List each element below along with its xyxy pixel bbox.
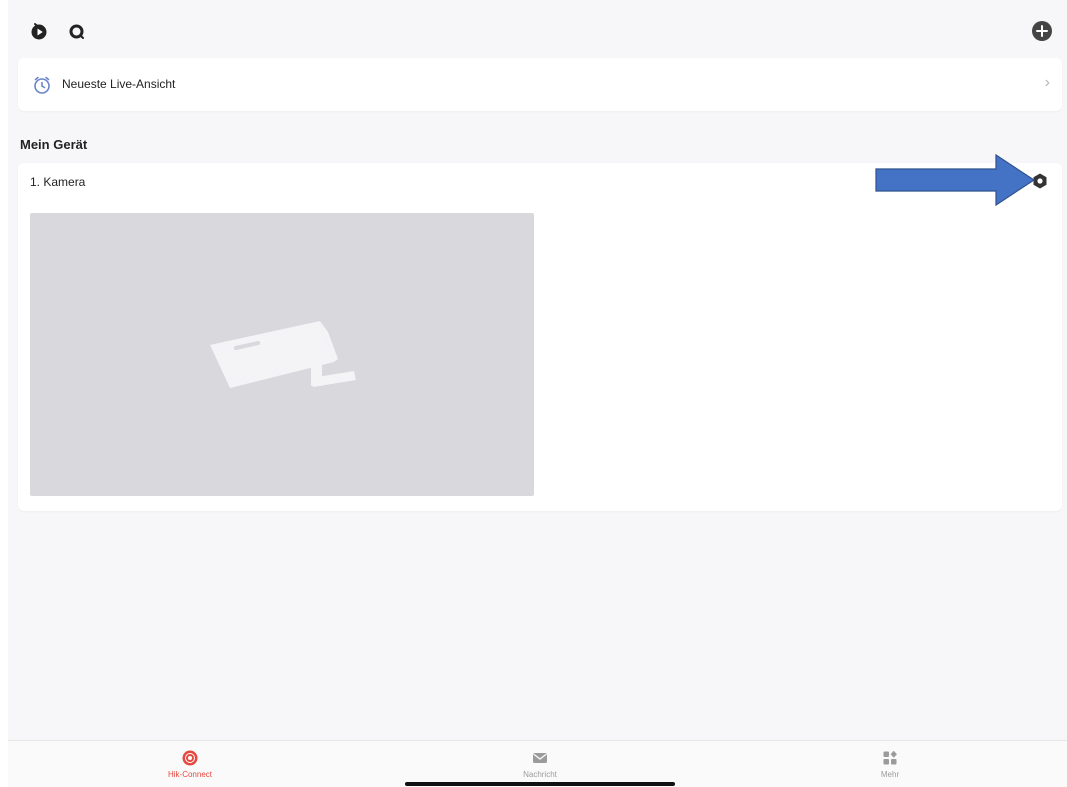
chevron-right-icon: ›: [1044, 74, 1050, 91]
grid-icon: [883, 750, 897, 765]
recent-live-view-label: Neueste Live-Ansicht: [62, 77, 176, 91]
hik-connect-icon: [182, 750, 198, 766]
playback-icon[interactable]: [28, 20, 50, 42]
tab-nachricht[interactable]: Nachricht: [480, 741, 600, 787]
section-title: Mein Gerät: [20, 137, 88, 152]
callout-arrow-annotation: [875, 153, 1036, 207]
tab-bar: Hik-Connect Nachricht Mehr: [8, 740, 1067, 787]
device-card: 1. Kamera: [18, 163, 1062, 511]
search-icon[interactable]: [66, 20, 88, 42]
tab-nachricht-label: Nachricht: [523, 770, 557, 779]
camera-placeholder-icon: [210, 321, 356, 388]
top-bar: [8, 10, 1060, 52]
device-name: 1. Kamera: [30, 175, 86, 189]
tab-hik-connect[interactable]: Hik-Connect: [130, 741, 250, 787]
camera-preview-thumbnail[interactable]: [30, 213, 534, 496]
tab-mehr-label: Mehr: [880, 770, 900, 779]
home-indicator: [405, 782, 675, 786]
envelope-icon: [533, 753, 547, 763]
clock-icon: [34, 76, 50, 94]
tab-mehr[interactable]: Mehr: [830, 741, 950, 787]
add-circle-icon[interactable]: [1031, 20, 1053, 42]
app-frame: Neueste Live-Ansicht › Mein Gerät 1. Kam…: [8, 0, 1067, 787]
recent-live-view-row[interactable]: Neueste Live-Ansicht ›: [18, 58, 1062, 111]
tab-hik-connect-label: Hik-Connect: [167, 770, 212, 779]
